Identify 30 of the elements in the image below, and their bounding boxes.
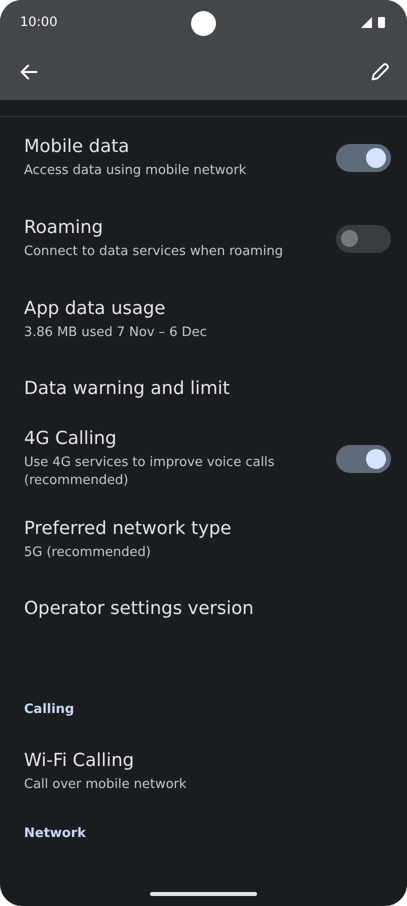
item-subtitle: Connect to data services when roaming: [24, 243, 284, 261]
section-header: Network: [23, 826, 87, 841]
item-title: Mobile data: [24, 135, 130, 159]
item-title: App data usage: [24, 297, 166, 321]
settings-item[interactable]: Roaming Connect to data services when roaming: [0, 198, 407, 279]
section-header: Calling: [23, 702, 76, 717]
status-time: 10:00: [20, 14, 58, 30]
settings-item[interactable]: Mobile data Access data using mobile network: [0, 117, 407, 198]
settings-item[interactable]: 4G Calling Use 4G services to improve voice calls (recommended): [0, 418, 407, 499]
settings-item[interactable]: App data usage 3.86 MB used 7 Nov – 6 Dec: [0, 279, 407, 360]
item-title: Operator settings version: [24, 597, 255, 621]
item-subtitle: Use 4G services to improve voice calls (recommended): [24, 454, 276, 490]
settings-item[interactable]: Preferred network type 5G (recommended): [0, 499, 407, 580]
item-subtitle: 3.86 MB used 7 Nov – 6 Dec: [24, 324, 208, 342]
item-subtitle: Access data using mobile network: [24, 162, 248, 180]
settings-item[interactable]: Operator settings version: [0, 580, 407, 638]
settings-item[interactable]: Wi-Fi Calling Call over mobile network: [0, 731, 407, 812]
item-title: Preferred network type: [24, 517, 232, 541]
toggle-switch[interactable]: [336, 444, 391, 472]
settings-item[interactable]: Data warning and limit: [0, 360, 407, 418]
item-title: Roaming: [24, 216, 104, 240]
item-title: Wi-Fi Calling: [24, 749, 136, 773]
item-subtitle: 5G (recommended): [24, 544, 152, 562]
signal-battery-icon: [361, 16, 387, 28]
toggle-switch[interactable]: [336, 224, 391, 252]
item-title: Data warning and limit: [24, 377, 231, 401]
item-title: 4G Calling: [24, 427, 118, 451]
item-subtitle: Call over mobile network: [24, 776, 188, 794]
camera-cutout: [191, 11, 216, 36]
toggle-switch[interactable]: [336, 144, 391, 172]
